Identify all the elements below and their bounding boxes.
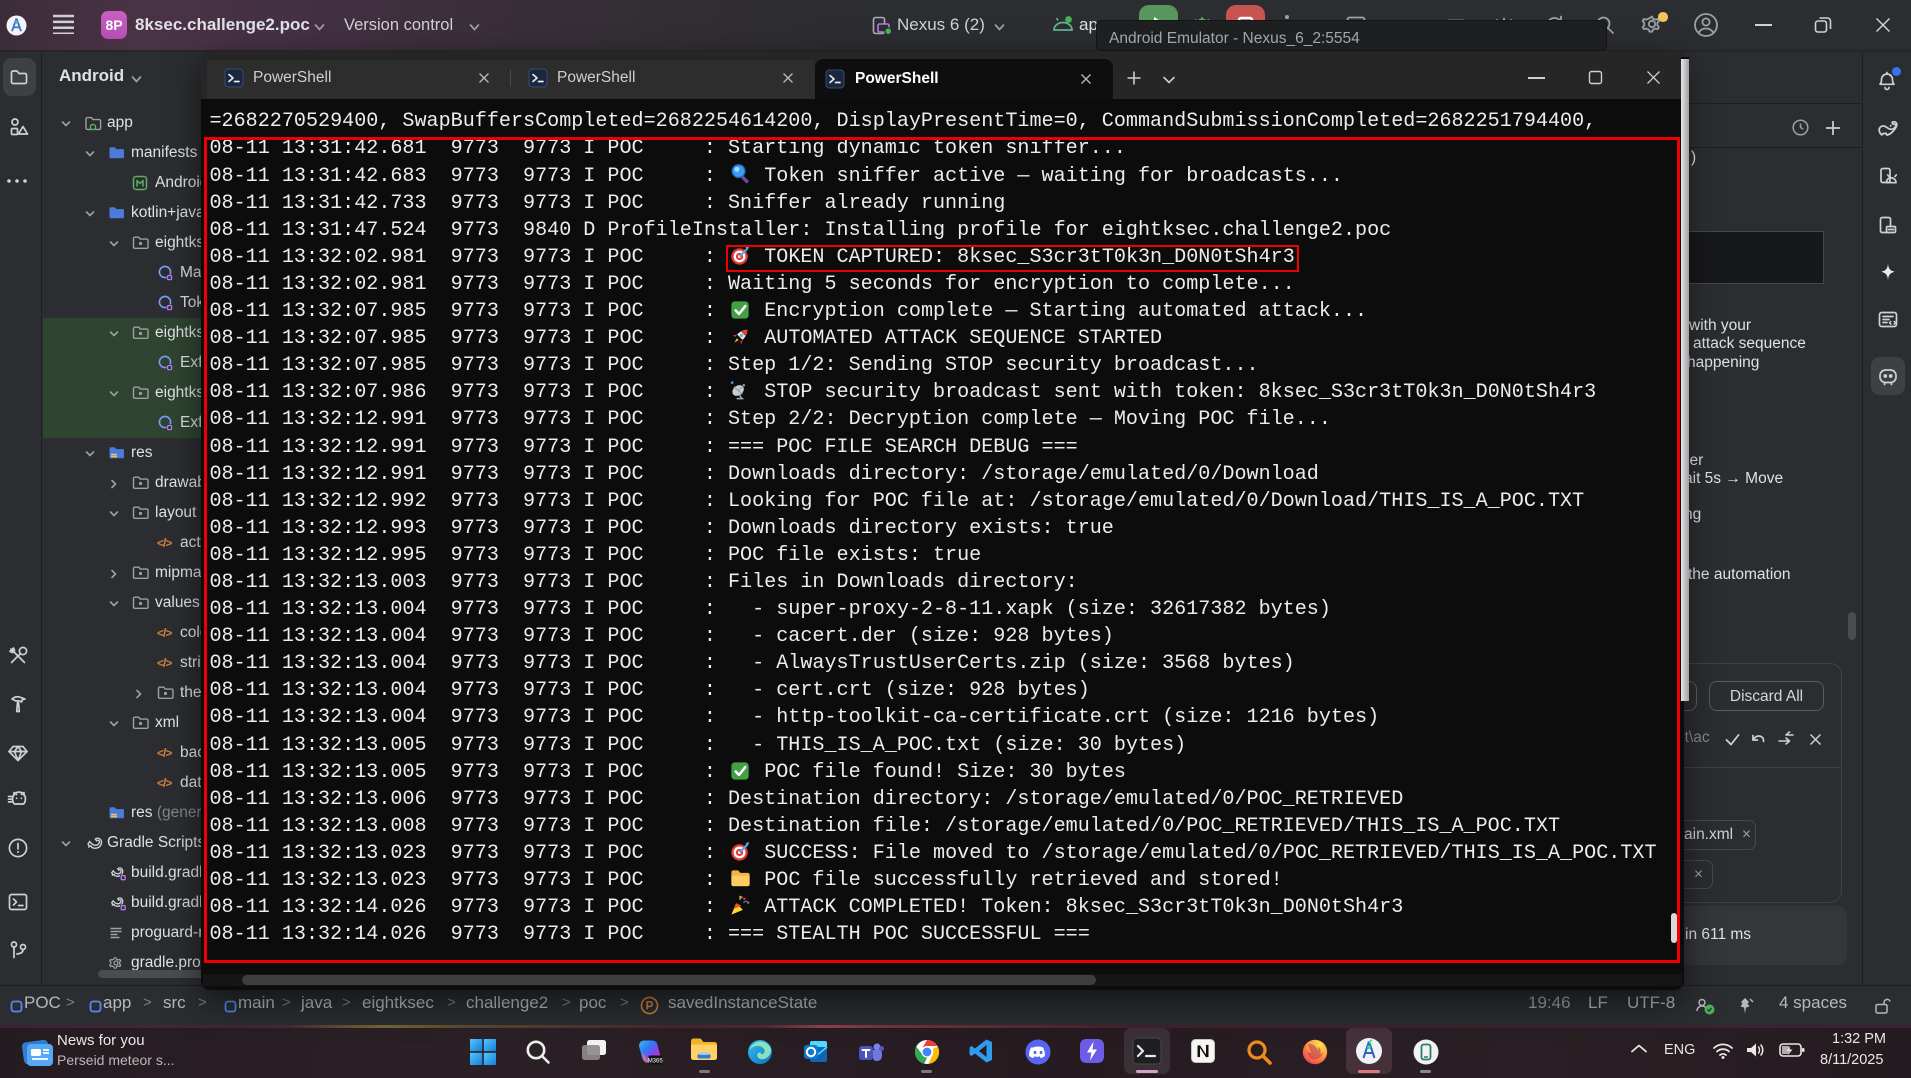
svg-text:M365: M365 bbox=[648, 1059, 663, 1065]
